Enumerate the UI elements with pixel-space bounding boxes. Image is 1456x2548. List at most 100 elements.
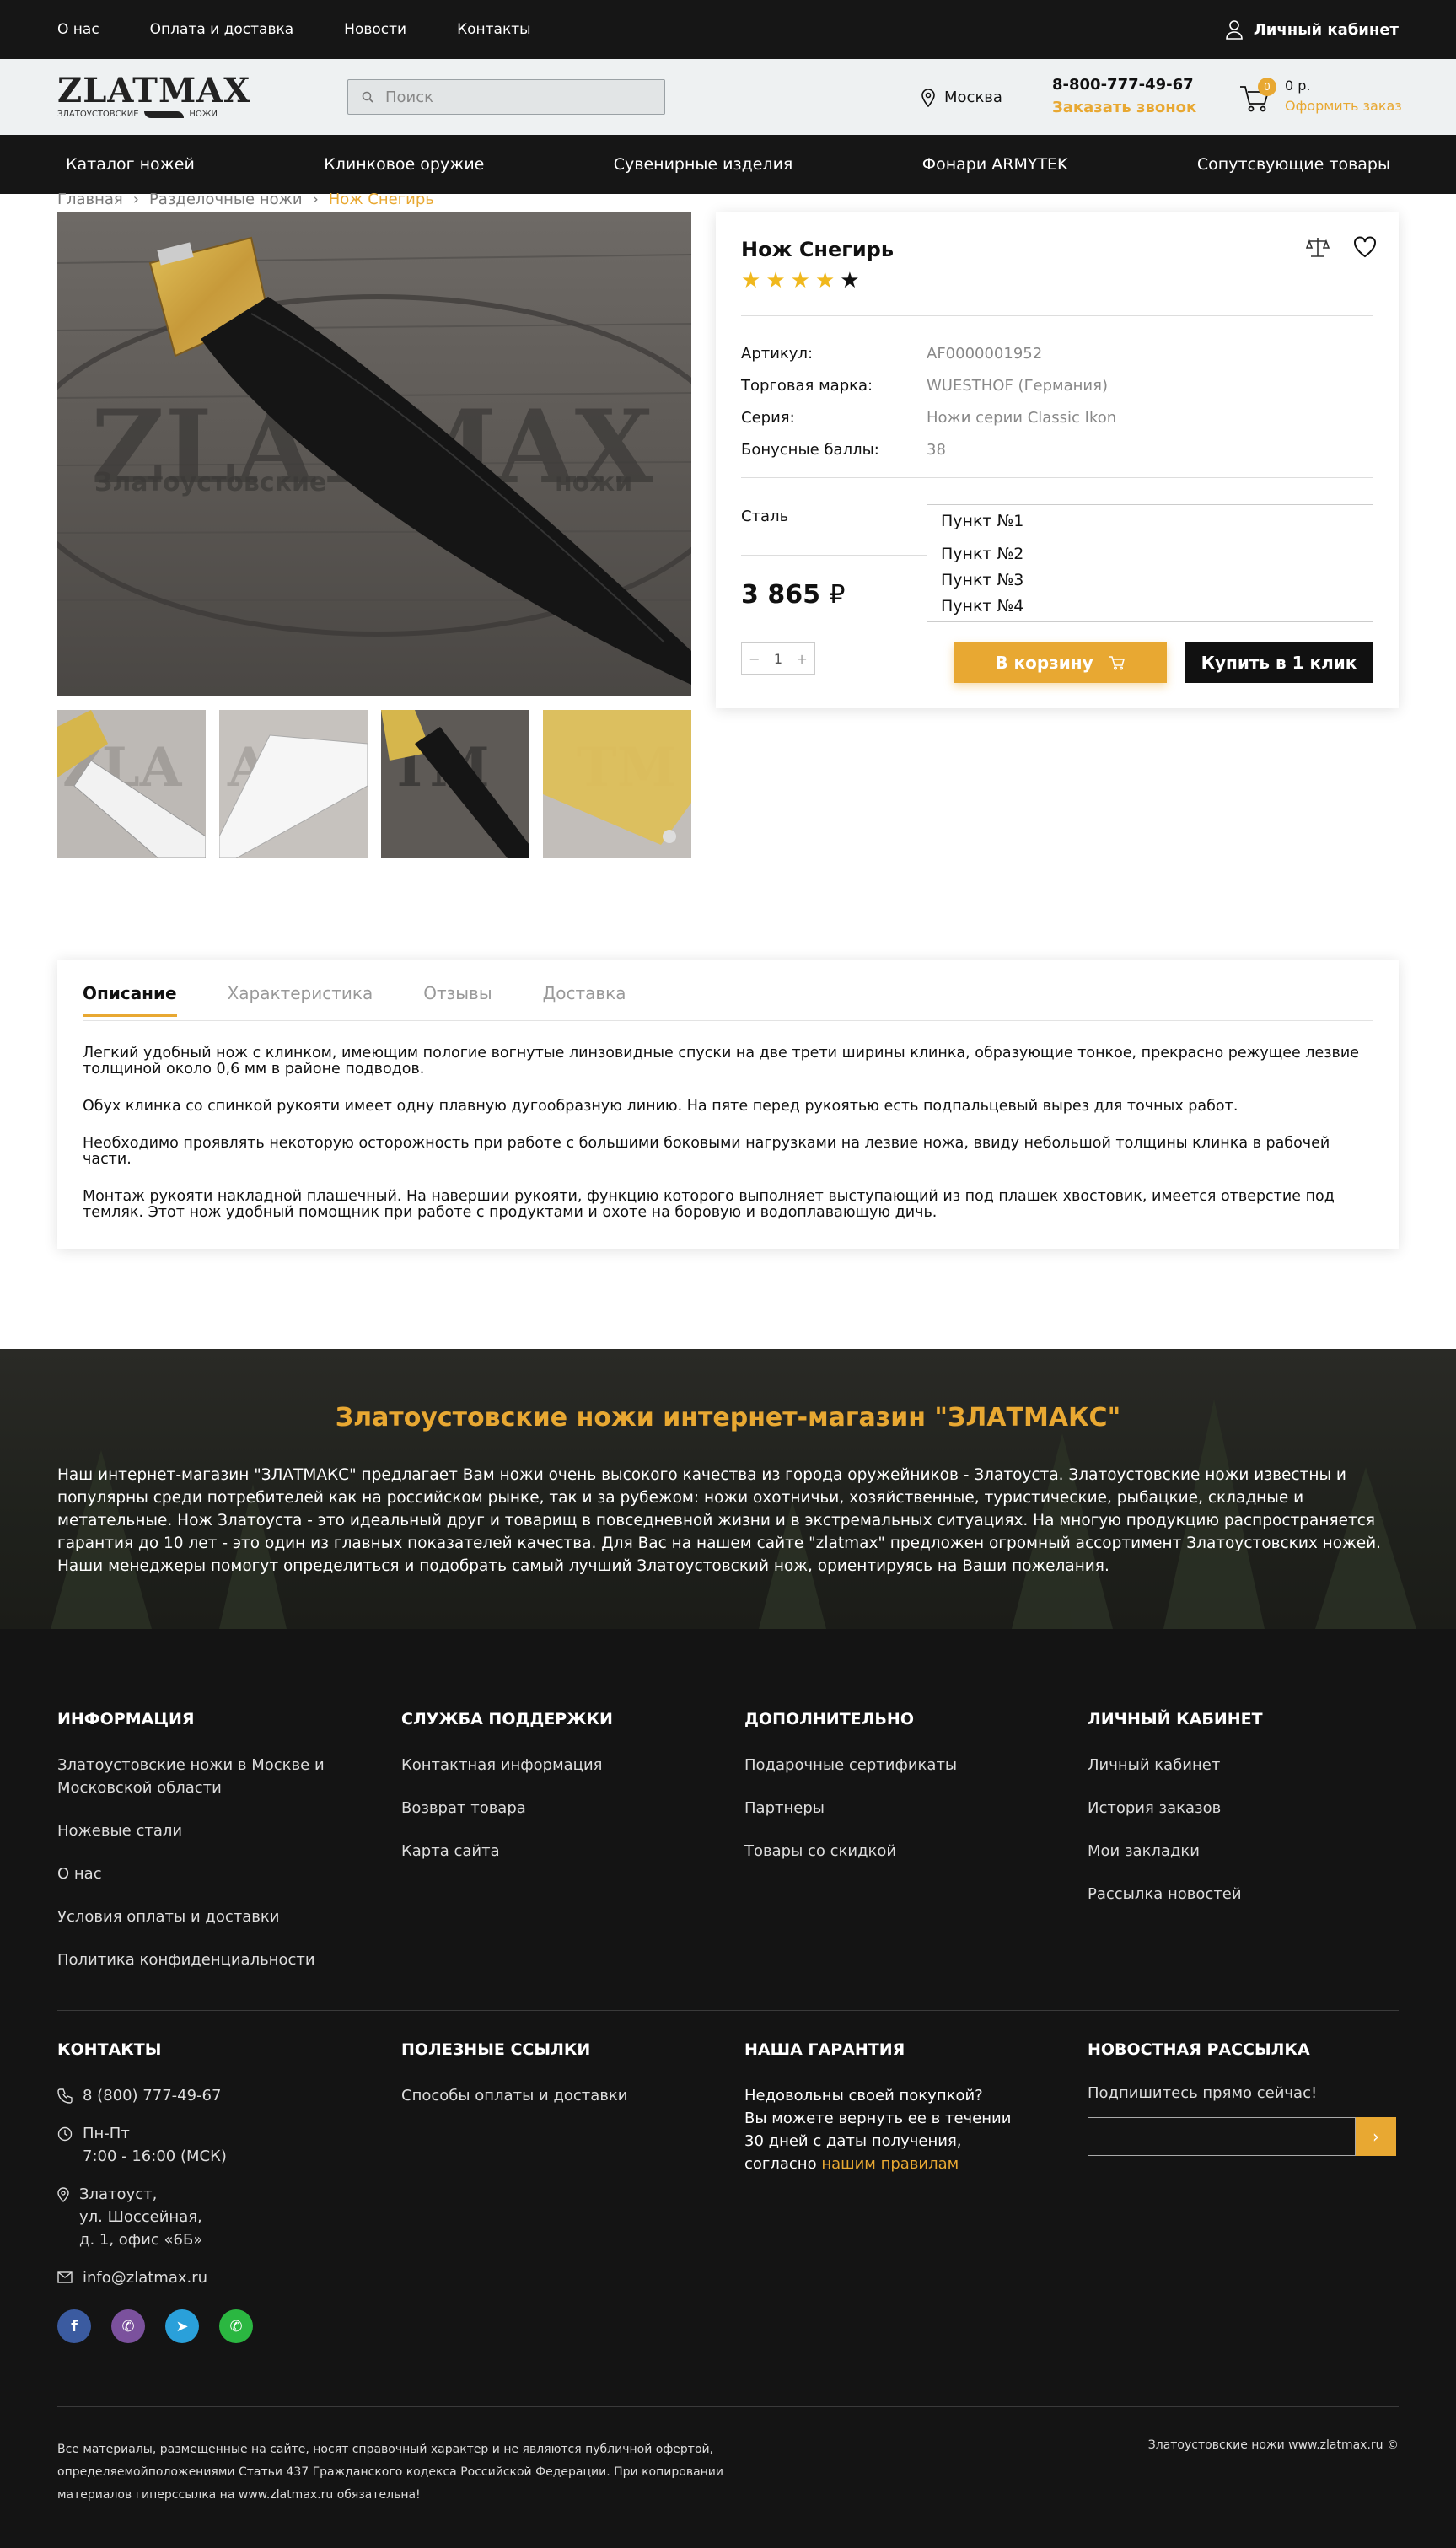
knife-blade-icon: [143, 110, 185, 118]
footer-link[interactable]: Ножевые стали: [57, 1820, 361, 1842]
top-link-news[interactable]: Новости: [344, 21, 406, 38]
whatsapp-icon[interactable]: ✆: [219, 2309, 253, 2343]
top-link-payment[interactable]: Оплата и доставка: [150, 21, 293, 38]
description-paragraph: Необходимо проявлять некоторую осторожно…: [83, 1135, 1330, 1168]
product-main-image[interactable]: ZLATMAX Златоустовские ножи: [57, 212, 691, 696]
footer-link[interactable]: Способы оплаты и доставки: [401, 2084, 705, 2107]
footer-link[interactable]: Партнеры: [744, 1797, 1048, 1820]
footer-link[interactable]: История заказов: [1088, 1797, 1391, 1820]
location-pin-icon: [57, 2187, 69, 2202]
contact-email[interactable]: info@zlatmax.ru: [57, 2266, 361, 2289]
cart-widget[interactable]: 0 0 р. Оформить заказ: [1239, 76, 1408, 120]
checkout-link[interactable]: Оформить заказ: [1285, 98, 1402, 114]
footer-col-support: Служба поддержки Контактная информация В…: [401, 1710, 705, 1883]
qty-plus-button[interactable]: +: [796, 651, 807, 667]
tab-characteristics[interactable]: Характеристика: [228, 983, 373, 1003]
footer-link[interactable]: Возврат товара: [401, 1797, 705, 1820]
footer-col-contacts: Контакты 8 (800) 777-49-67 Пн-Пт 7:00 - 1…: [57, 2040, 361, 2343]
footer-link[interactable]: Мои закладки: [1088, 1840, 1391, 1863]
rules-link[interactable]: нашим правилам: [821, 2155, 959, 2173]
prop-row-series: Серия: Ножи серии Classic Ikon: [741, 401, 1116, 433]
callback-link[interactable]: Заказать звонок: [1052, 99, 1196, 116]
viber-icon[interactable]: ✆: [111, 2309, 145, 2343]
qty-minus-button[interactable]: −: [749, 651, 760, 667]
about-text: Наш интернет-магазин "ЗЛАТМАКС" предлага…: [57, 1466, 1382, 1575]
thumbnail-photo: TM: [543, 710, 691, 858]
telegram-icon[interactable]: ➤: [165, 2309, 199, 2343]
footer-link[interactable]: Товары со скидкой: [744, 1840, 1048, 1863]
facebook-icon[interactable]: f: [57, 2309, 91, 2343]
tab-delivery[interactable]: Доставка: [543, 983, 626, 1003]
buy-one-click-button[interactable]: Купить в 1 клик: [1185, 642, 1373, 683]
footer-divider: [57, 2406, 1399, 2407]
guarantee-line: Недовольны своей покупкой?: [744, 2087, 983, 2105]
description-paragraph: Легкий удобный нож с клинком, имеющим по…: [83, 1045, 1360, 1078]
footer-link[interactable]: Личный кабинет: [1088, 1754, 1391, 1777]
contact-phone[interactable]: 8 (800) 777-49-67: [57, 2084, 361, 2107]
rating-stars[interactable]: ★ ★ ★ ★ ★: [741, 268, 860, 293]
add-to-cart-button[interactable]: В корзину: [954, 642, 1167, 683]
steel-option[interactable]: Пункт №1: [941, 508, 1359, 535]
qty-value[interactable]: 1: [774, 651, 782, 667]
steel-option[interactable]: Пункт №4: [941, 594, 1359, 620]
heart-icon[interactable]: [1353, 236, 1377, 258]
thumbnail-2[interactable]: ATL: [219, 710, 368, 858]
steel-select[interactable]: Пункт №1 Пункт №2 Пункт №3 Пункт №4: [927, 504, 1373, 622]
thumbnail-4[interactable]: TM: [543, 710, 691, 858]
add-to-cart-label: В корзину: [995, 653, 1093, 673]
search-input[interactable]: Поиск: [347, 79, 665, 115]
footer-link[interactable]: Политика конфиденциальности: [57, 1949, 361, 1971]
top-link-contacts[interactable]: Контакты: [457, 21, 531, 38]
top-link-about[interactable]: О нас: [57, 21, 99, 38]
steel-option[interactable]: Пункт №2: [941, 541, 1359, 567]
logo[interactable]: ZLATMAX ЗЛАТОУСТОВСКИЕ НОЖИ: [57, 71, 251, 123]
thumbnail-1[interactable]: ZLA: [57, 710, 206, 858]
header-phone[interactable]: 8-800-777-49-67: [1052, 76, 1196, 94]
nav-bladed-weapons[interactable]: Клинковое оружие: [324, 155, 484, 174]
footer-link[interactable]: Контактная информация: [401, 1754, 705, 1777]
thumbnail-photo: TM: [381, 710, 529, 858]
guarantee-line: согласно нашим правилам: [744, 2153, 1048, 2175]
prop-value[interactable]: WUESTHOF (Германия): [927, 377, 1108, 395]
footer-link[interactable]: О нас: [57, 1863, 361, 1885]
tab-reviews[interactable]: Отзывы: [423, 983, 492, 1003]
about-heading: Златоустовские ножи интернет-магазин "ЗЛ…: [335, 1403, 1121, 1433]
prop-row-brand: Торговая марка: WUESTHOF (Германия): [741, 369, 1116, 401]
logo-wordmark: ZLATMAX: [57, 71, 251, 110]
thumbnail-3[interactable]: TM: [381, 710, 529, 858]
breadcrumb-category[interactable]: Разделочные ножи: [149, 191, 303, 208]
tab-description[interactable]: Описание: [83, 983, 177, 1017]
prop-value[interactable]: Ножи серии Classic Ikon: [927, 409, 1116, 427]
nav-accessories[interactable]: Сопутсвующие товары: [1197, 155, 1390, 174]
footer-heading: Наша гарантия: [744, 2040, 905, 2059]
steel-label: Сталь: [741, 508, 789, 525]
contact-hours: Пн-Пт 7:00 - 16:00 (МСК): [57, 2122, 361, 2168]
phone-block: 8-800-777-49-67 Заказать звонок: [1052, 76, 1196, 116]
star-icon: ★: [814, 268, 835, 293]
nav-armytek[interactable]: Фонари ARMYTEK: [922, 155, 1068, 174]
breadcrumb-home[interactable]: Главная: [57, 191, 123, 208]
header: ZLATMAX ЗЛАТОУСТОВСКИЕ НОЖИ Поиск Москва…: [0, 59, 1456, 135]
city-selector[interactable]: Москва: [921, 59, 1002, 135]
nav-souvenirs[interactable]: Сувенирные изделия: [614, 155, 793, 174]
prop-key: Артикул:: [741, 344, 814, 363]
nav-knife-catalog[interactable]: Каталог ножей: [66, 155, 195, 174]
search-icon: [362, 91, 373, 103]
footer-link[interactable]: Условия оплаты и доставки: [57, 1906, 361, 1928]
address-line: д. 1, офис «6Б»: [79, 2231, 203, 2249]
star-icon: ★: [840, 268, 860, 293]
footer-col-useful: Полезные ссылки Способы оплаты и доставк…: [401, 2040, 705, 2127]
description-section: Описание Характеристика Отзывы Доставка …: [57, 960, 1399, 1249]
prop-row-bonus: Бонусные баллы: 38: [741, 433, 1116, 465]
newsletter-submit-button[interactable]: ›: [1356, 2117, 1396, 2156]
compare-scales-icon[interactable]: [1306, 236, 1330, 258]
footer-link[interactable]: Златоустовские ножи в Москве и Московско…: [57, 1754, 361, 1799]
location-pin-icon: [921, 89, 935, 107]
footer-link[interactable]: Рассылка новостей: [1088, 1883, 1391, 1906]
steel-option[interactable]: Пункт №3: [941, 567, 1359, 594]
footer-link[interactable]: Карта сайта: [401, 1840, 705, 1863]
footer-link[interactable]: Подарочные сертификаты: [744, 1754, 1048, 1777]
account-link[interactable]: Личный кабинет: [1225, 0, 1399, 59]
newsletter-email-input[interactable]: [1088, 2117, 1356, 2156]
quantity-stepper[interactable]: − 1 +: [741, 642, 815, 675]
